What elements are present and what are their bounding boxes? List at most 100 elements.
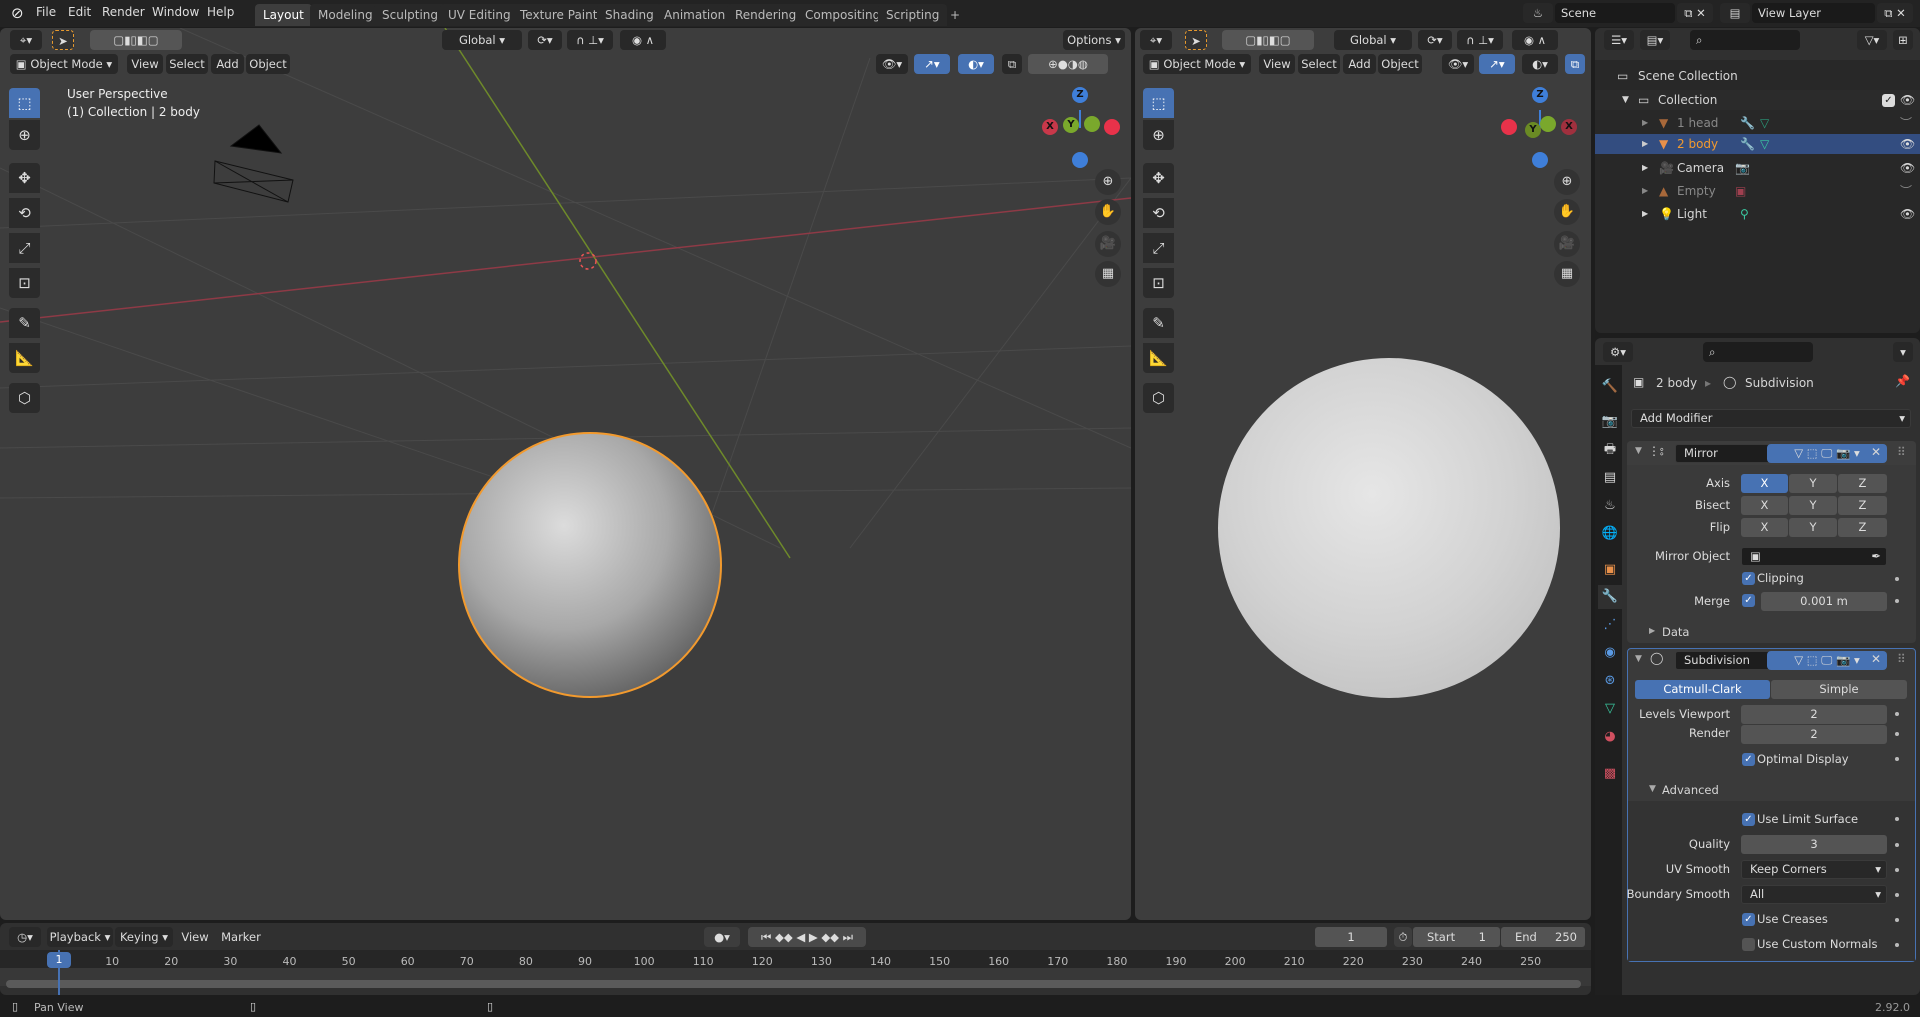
menu-add-right[interactable]: Add — [1343, 54, 1376, 74]
menu-render[interactable]: Render — [102, 5, 145, 19]
auto-keying-toggle[interactable]: ●▾ — [704, 927, 740, 947]
gizmo-y-positive-right[interactable] — [1540, 116, 1556, 132]
expand-arrow-icon[interactable]: ▶ — [1642, 113, 1648, 133]
proportional-edit-icon-right[interactable]: ◉ ∧ — [1512, 30, 1558, 50]
start-frame-field[interactable]: Start 1 — [1413, 927, 1500, 947]
subdivision-remove-icon[interactable]: ✕ — [1871, 652, 1881, 666]
gizmo-toggle-icon[interactable]: ↗▾ — [914, 54, 950, 74]
menu-object-right[interactable]: Object — [1378, 54, 1422, 74]
flip-z-toggle[interactable]: Z — [1838, 518, 1887, 537]
select-box-tool-icon[interactable]: ⬚ — [9, 88, 40, 118]
camera-view-icon[interactable]: 🎥 — [1095, 231, 1121, 257]
menu-view-right[interactable]: View — [1259, 54, 1295, 74]
output-tab-icon[interactable]: 🖶 — [1598, 438, 1622, 462]
gizmo-x-axis-right[interactable]: X — [1561, 119, 1577, 135]
end-frame-field[interactable]: End 250 — [1501, 927, 1585, 947]
visibility-icon-right[interactable]: 👁▾ — [1442, 54, 1474, 74]
tab-sculpting[interactable]: Sculpting — [374, 4, 447, 26]
playhead[interactable]: 1 — [47, 952, 71, 968]
pan-view-icon[interactable]: ✋ — [1095, 199, 1121, 225]
scene-icon[interactable]: ♨ — [1523, 3, 1553, 23]
menu-select-right[interactable]: Select — [1298, 54, 1340, 74]
scene-tab-icon[interactable]: ♨ — [1598, 494, 1622, 518]
tab-rendering[interactable]: Rendering — [727, 4, 805, 26]
drag-handle-icon[interactable]: ⠿ — [1897, 652, 1906, 666]
viewport-right[interactable] — [1135, 28, 1591, 920]
outliner-editor-type-icon[interactable]: ☰▾ — [1604, 30, 1634, 50]
expand-arrow-icon[interactable]: ▶ — [1642, 134, 1648, 154]
advanced-collapse-icon[interactable]: ▼ — [1649, 784, 1656, 794]
playback-menu[interactable]: Playback ▾ — [47, 927, 113, 947]
orientation-dropdown-right[interactable]: Global ▾ — [1334, 30, 1412, 50]
cursor-tool-icon-right[interactable]: ⊕ — [1143, 120, 1174, 150]
mirror-name-field[interactable]: Mirror — [1675, 444, 1770, 463]
pin-icon[interactable]: 📌 — [1895, 374, 1910, 388]
bisect-x-toggle[interactable]: X — [1741, 496, 1788, 515]
editor-type-button[interactable]: ⌖▾ — [10, 30, 42, 50]
expand-arrow-icon[interactable]: ▶ — [1642, 181, 1648, 201]
scale-tool-icon-right[interactable]: ⤢ — [1143, 233, 1174, 263]
flip-x-toggle[interactable]: X — [1741, 518, 1788, 537]
view-layer-tab-icon[interactable]: ▤ — [1598, 466, 1622, 490]
gizmo-toggle-icon-right[interactable]: ↗▾ — [1479, 54, 1515, 74]
render-levels-field[interactable]: 2 — [1741, 725, 1887, 744]
modifier-wrench-icon[interactable]: 🔧 — [1740, 134, 1755, 154]
image-data-icon[interactable]: ▣ — [1735, 181, 1746, 201]
snap-icon[interactable]: ∩ ⊥▾ — [567, 30, 613, 50]
add-modifier-dropdown[interactable]: Add Modifier ▾ — [1631, 409, 1911, 428]
view-layer-icon[interactable]: ▤ — [1720, 3, 1750, 23]
display-mode-icon[interactable]: ▤▾ — [1640, 30, 1670, 50]
outliner-item[interactable]: ▶ 🎥 Camera 📷 👁 — [1595, 158, 1920, 178]
shading-mode-buttons[interactable]: ⊕●◑◍ — [1028, 54, 1108, 74]
merge-checkbox[interactable]: ✓ — [1742, 594, 1755, 607]
keyframe-dot[interactable] — [1895, 918, 1899, 922]
zoom-view-icon-right[interactable]: ⊕ — [1554, 169, 1580, 195]
overlays-toggle-icon[interactable]: ◐▾ — [958, 54, 994, 74]
select-tool-icon-right[interactable]: ➤ — [1185, 30, 1207, 50]
visibility-icon[interactable]: 👁▾ — [876, 54, 908, 74]
rendered-sphere[interactable] — [1218, 358, 1560, 698]
mode-dropdown-right[interactable]: ▣ Object Mode ▾ — [1143, 54, 1251, 74]
quality-field[interactable]: 3 — [1741, 835, 1887, 854]
use-limit-surface-checkbox[interactable]: ✓ — [1742, 813, 1755, 826]
data-expand-icon[interactable]: ▶ — [1649, 626, 1655, 635]
gizmo-z-negative[interactable] — [1072, 152, 1088, 168]
editor-type-button-right[interactable]: ⌖▾ — [1140, 30, 1172, 50]
object-tab-icon[interactable]: ▣ — [1598, 558, 1622, 582]
modifier-tab-icon[interactable]: 🔧 — [1598, 585, 1622, 609]
data-tab-icon[interactable]: ▽ — [1598, 697, 1622, 721]
gizmo-y-positive[interactable] — [1084, 116, 1100, 132]
add-cube-tool-icon-right[interactable]: ⬡ — [1143, 383, 1174, 413]
new-collection-icon[interactable]: ⊞ — [1893, 30, 1913, 50]
particles-tab-icon[interactable]: ⋰ — [1598, 613, 1622, 637]
expand-arrow-icon[interactable]: ▼ — [1622, 90, 1629, 110]
use-creases-checkbox[interactable]: ✓ — [1742, 913, 1755, 926]
overlays-toggle-icon-right[interactable]: ◐▾ — [1522, 54, 1558, 74]
drag-handle-icon[interactable]: ⠿ — [1897, 445, 1906, 459]
texture-tab-icon[interactable]: ▩ — [1598, 762, 1622, 786]
cursor-tool-icon[interactable]: ⊕ — [9, 120, 40, 150]
snap-icon-right[interactable]: ∩ ⊥▾ — [1457, 30, 1503, 50]
constraints-tab-icon[interactable]: ⊛ — [1598, 669, 1622, 693]
scene-new-icon[interactable]: ⧉ ✕ — [1677, 3, 1713, 23]
menu-help[interactable]: Help — [207, 5, 234, 19]
current-frame-field[interactable]: 1 — [1315, 927, 1387, 947]
expand-arrow-icon[interactable]: ▶ — [1642, 158, 1648, 178]
mesh-data-icon[interactable]: ▽ — [1760, 134, 1769, 154]
catmull-clark-toggle[interactable]: Catmull-Clark — [1635, 680, 1770, 699]
keyframe-dot[interactable] — [1895, 757, 1899, 761]
select-box-tool-icon-right[interactable]: ⬚ — [1143, 88, 1174, 118]
eye-icon[interactable]: 👁 — [1900, 204, 1915, 224]
playback-controls[interactable]: ⏮ ◆◆ ◀ ▶ ◆◆ ⏭ — [748, 927, 866, 947]
gizmo-x-negative[interactable] — [1104, 119, 1120, 135]
options-dropdown[interactable]: Options ▾ — [1063, 30, 1125, 50]
properties-options-icon[interactable]: ▾ — [1893, 342, 1913, 362]
eyedropper-icon[interactable]: ✒ — [1871, 548, 1881, 565]
use-custom-normals-checkbox[interactable] — [1742, 938, 1755, 951]
gizmo-y-axis[interactable]: Y — [1063, 117, 1079, 133]
proportional-edit-icon[interactable]: ◉ ∧ — [620, 30, 666, 50]
annotate-tool-icon-right[interactable]: ✎ — [1143, 308, 1174, 338]
zoom-view-icon[interactable]: ⊕ — [1095, 169, 1121, 195]
advanced-subpanel-label[interactable]: Advanced — [1662, 783, 1719, 797]
selection-mode-buttons[interactable]: ▢▮▯◧▢ — [90, 30, 182, 50]
